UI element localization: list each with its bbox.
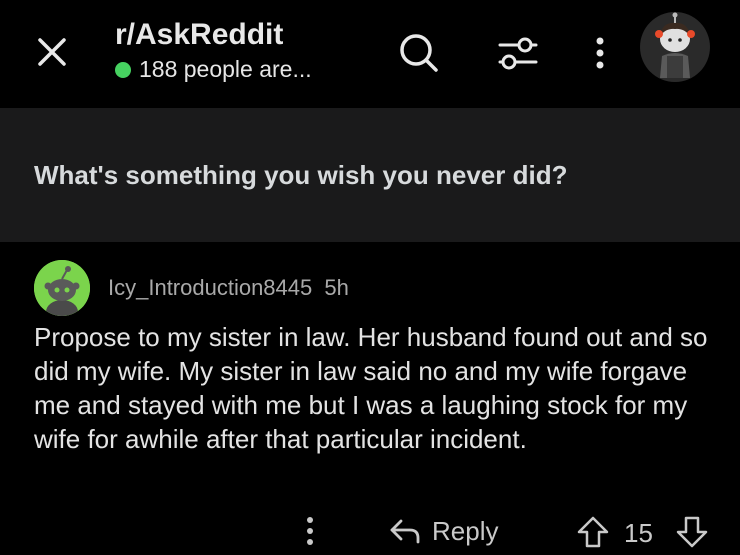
- reply-label: Reply: [432, 515, 499, 546]
- comment-body: Propose to my sister in law. Her husband…: [34, 322, 708, 454]
- more-vertical-icon: [596, 37, 604, 69]
- online-count: 188 people are...: [139, 56, 312, 82]
- close-icon: [38, 38, 66, 66]
- reply-button[interactable]: Reply: [388, 513, 498, 549]
- downvote-arrow-icon: [676, 516, 708, 548]
- filter-sliders-icon: [498, 37, 538, 70]
- subreddit-name[interactable]: r/AskReddit: [115, 18, 312, 52]
- comment-timestamp: 5h: [324, 275, 349, 300]
- online-indicator: [115, 61, 131, 78]
- more-options-button[interactable]: [583, 28, 617, 78]
- search-icon: [400, 34, 438, 72]
- search-button[interactable]: [394, 28, 444, 78]
- comment-more-button[interactable]: [300, 513, 320, 549]
- subreddit-header[interactable]: r/AskReddit 188 people are...: [115, 18, 312, 83]
- comment-avatar[interactable]: [34, 260, 90, 316]
- vote-count: 15: [624, 518, 653, 548]
- user-avatar[interactable]: [640, 12, 710, 82]
- top-bar: r/AskReddit 188 people are...: [0, 0, 740, 108]
- reply-arrow-icon: [390, 519, 420, 544]
- online-status: 188 people are...: [115, 56, 312, 83]
- upvote-button[interactable]: [576, 515, 610, 549]
- user-avatar-icon: [655, 12, 695, 78]
- downvote-button[interactable]: [675, 515, 709, 549]
- more-vertical-icon: [307, 517, 313, 545]
- snoo-avatar-icon: [34, 260, 90, 316]
- comment-actions: Reply 15: [0, 505, 740, 555]
- close-button[interactable]: [30, 30, 74, 74]
- filter-button[interactable]: [493, 28, 543, 78]
- upvote-arrow-icon: [577, 516, 609, 548]
- comment-meta: Icy_Introduction8445 5h: [108, 275, 349, 301]
- post-title[interactable]: What's something you wish you never did?: [34, 160, 567, 191]
- comment-username[interactable]: Icy_Introduction8445: [108, 275, 312, 300]
